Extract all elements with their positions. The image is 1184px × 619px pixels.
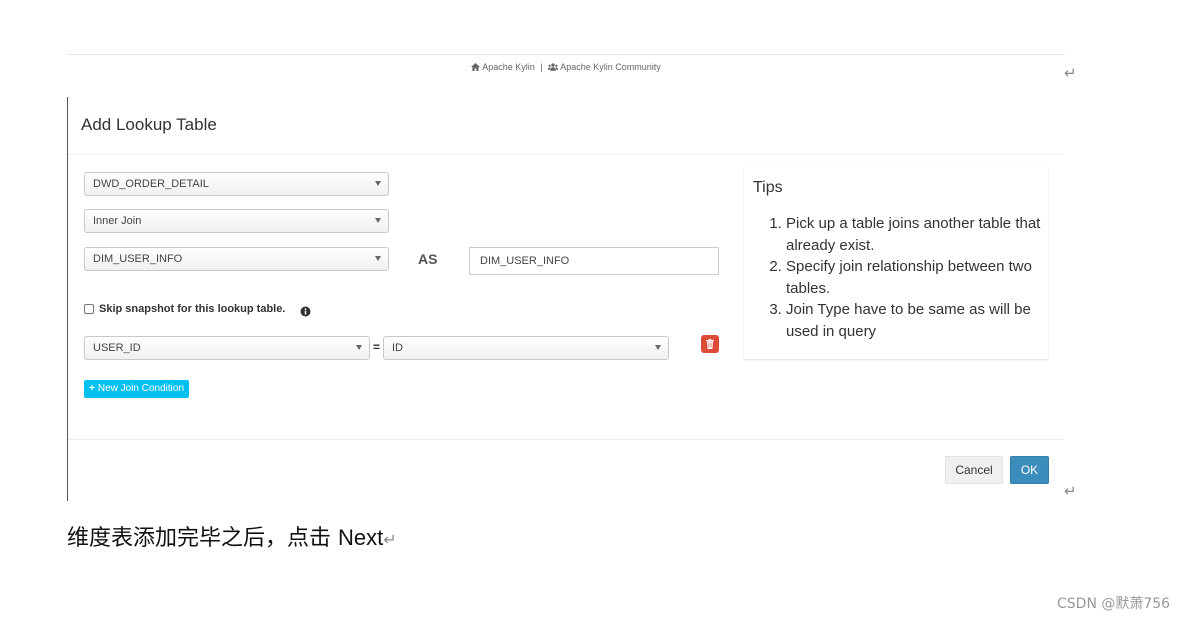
skip-snapshot-label: Skip snapshot for this lookup table. bbox=[99, 303, 286, 315]
lookup-table-select[interactable]: DIM_USER_INFO bbox=[84, 247, 389, 271]
new-join-condition-button[interactable]: + New Join Condition bbox=[84, 380, 190, 398]
users-icon bbox=[548, 63, 559, 71]
primary-key-select[interactable]: ID bbox=[383, 336, 669, 360]
foreign-key-select[interactable]: USER_ID bbox=[84, 336, 370, 360]
tip-item: Specify join relationship between two ta… bbox=[786, 256, 1044, 299]
info-icon[interactable] bbox=[300, 304, 311, 322]
chevron-down-icon bbox=[655, 345, 661, 350]
apache-kylin-link[interactable]: Apache Kylin bbox=[471, 62, 537, 72]
alias-input[interactable]: DIM_USER_INFO bbox=[469, 247, 719, 275]
trash-icon bbox=[706, 339, 714, 349]
paragraph-mark: ↵ bbox=[1064, 482, 1077, 500]
chevron-down-icon bbox=[375, 256, 381, 261]
modal-footer-divider bbox=[68, 439, 1064, 440]
tips-panel: Tips Pick up a table joins another table… bbox=[744, 167, 1048, 359]
modal-title: Add Lookup Table bbox=[81, 115, 217, 134]
dialog-left-border bbox=[67, 97, 68, 501]
modal-header-divider bbox=[68, 154, 1064, 155]
join-type-select[interactable]: Inner Join bbox=[84, 209, 389, 233]
footer-links: Apache Kylin | Apache Kylin Community bbox=[0, 62, 1132, 72]
tip-item: Pick up a table joins another table that… bbox=[786, 213, 1044, 256]
ok-button[interactable]: OK bbox=[1010, 456, 1049, 484]
fact-table-select-value: DWD_ORDER_DETAIL bbox=[93, 178, 209, 190]
paragraph-mark: ↵ bbox=[1064, 64, 1077, 82]
tips-list: Pick up a table joins another table that… bbox=[750, 213, 1044, 342]
top-divider bbox=[67, 54, 1065, 55]
primary-key-select-value: ID bbox=[392, 342, 403, 354]
tip-item: Join Type have to be same as will be use… bbox=[786, 299, 1044, 342]
skip-snapshot-checkbox[interactable] bbox=[84, 304, 94, 314]
apache-kylin-community-link[interactable]: Apache Kylin Community bbox=[546, 62, 661, 72]
as-label: AS bbox=[418, 251, 438, 267]
chevron-down-icon bbox=[375, 181, 381, 186]
plus-icon: + bbox=[89, 383, 95, 394]
home-icon bbox=[471, 63, 481, 71]
caption-text: 维度表添加完毕之后，点击 Next↵ bbox=[67, 525, 397, 551]
chevron-down-icon bbox=[356, 345, 362, 350]
delete-condition-button[interactable] bbox=[701, 335, 719, 353]
equals-sign: = bbox=[373, 340, 381, 354]
chevron-down-icon bbox=[375, 218, 381, 223]
foreign-key-select-value: USER_ID bbox=[93, 342, 141, 354]
fact-table-select[interactable]: DWD_ORDER_DETAIL bbox=[84, 172, 389, 196]
watermark: CSDN @默萧756 bbox=[1057, 596, 1171, 612]
cancel-button[interactable]: Cancel bbox=[945, 456, 1003, 484]
lookup-table-select-value: DIM_USER_INFO bbox=[93, 253, 183, 265]
join-type-select-value: Inner Join bbox=[93, 215, 142, 227]
tips-title: Tips bbox=[753, 179, 783, 196]
